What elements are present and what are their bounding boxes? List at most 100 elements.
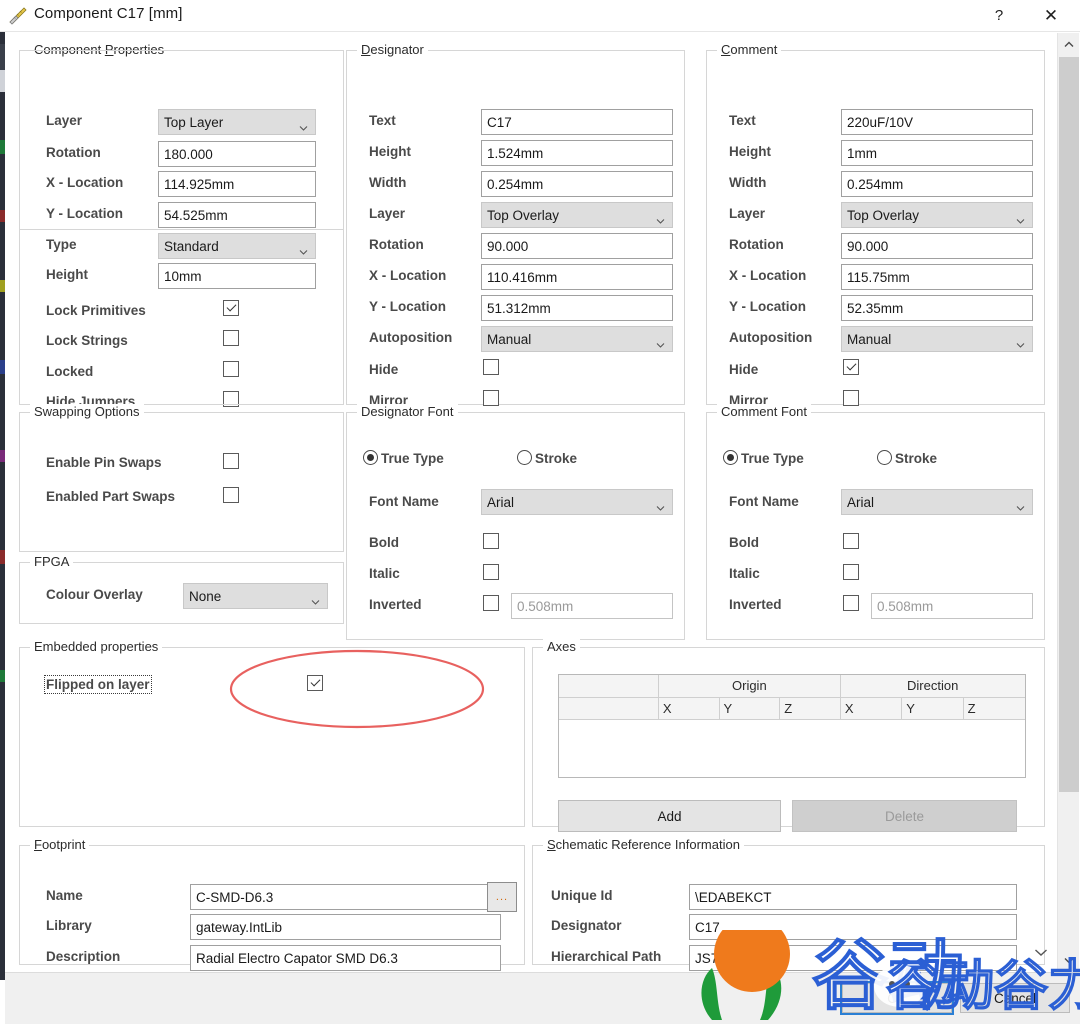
- scroll-up-icon[interactable]: [1058, 33, 1080, 55]
- ok-button[interactable]: OK: [840, 981, 954, 1015]
- input-height[interactable]: 10mm: [158, 263, 316, 289]
- label-comment-width: Width: [729, 175, 767, 190]
- chevron-down-icon: [299, 242, 308, 255]
- input-comment-inverted-width[interactable]: 0.508mm: [871, 593, 1033, 619]
- vertical-scrollbar[interactable]: [1057, 33, 1079, 971]
- footprint-browse-button[interactable]: ...: [487, 882, 517, 912]
- chevron-down-icon: [311, 592, 320, 605]
- checkbox-designator-inverted[interactable]: [483, 595, 499, 611]
- radio-comment-truetype[interactable]: [723, 450, 738, 465]
- label-y-location: Y - Location: [46, 206, 124, 221]
- input-designator-x-location[interactable]: 110.416mm: [481, 264, 673, 290]
- scroll-down-icon[interactable]: [1058, 949, 1080, 971]
- group-fpga: FPGA Colour Overlay None: [19, 554, 344, 624]
- input-footprint-library[interactable]: gateway.IntLib: [190, 914, 501, 940]
- checkbox-comment-bold[interactable]: [843, 533, 859, 549]
- label-height: Height: [46, 267, 88, 282]
- input-schematic-designator[interactable]: C17: [689, 914, 1017, 940]
- dialog-root: Component C17 [mm] ? ✕ Component Propert…: [0, 0, 1080, 1024]
- group-schematic-reference: Schematic Reference Information Unique I…: [532, 837, 1045, 971]
- checkbox-comment-hide[interactable]: [843, 359, 859, 375]
- label-comment-bold: Bold: [729, 535, 759, 550]
- combo-colour-overlay[interactable]: None: [183, 583, 328, 609]
- axes-sub-direction-z: Z: [963, 697, 1025, 720]
- checkbox-designator-italic[interactable]: [483, 564, 499, 580]
- checkbox-locked[interactable]: [223, 361, 239, 377]
- input-rotation[interactable]: 180.000: [158, 141, 316, 167]
- combo-comment-autoposition[interactable]: Manual: [841, 326, 1033, 352]
- group-legend-schematic-reference: Schematic Reference Information: [543, 837, 744, 852]
- close-icon[interactable]: ✕: [1028, 0, 1074, 31]
- input-comment-x-location[interactable]: 115.75mm: [841, 264, 1033, 290]
- group-legend-designator-font: Designator Font: [357, 404, 458, 419]
- cancel-button[interactable]: Cancel: [960, 983, 1070, 1013]
- input-comment-y-location[interactable]: 52.35mm: [841, 295, 1033, 321]
- checkbox-comment-italic[interactable]: [843, 564, 859, 580]
- combo-type[interactable]: Standard: [158, 233, 316, 259]
- combo-layer[interactable]: Top Layer: [158, 109, 316, 135]
- help-button[interactable]: ?: [976, 0, 1022, 31]
- checkbox-designator-hide[interactable]: [483, 359, 499, 375]
- input-designator-width[interactable]: 0.254mm: [481, 171, 673, 197]
- checkbox-flipped-on-layer[interactable]: [307, 675, 323, 691]
- axes-sub-blank: [559, 697, 659, 720]
- input-footprint-name[interactable]: C-SMD-D6.3: [190, 884, 501, 910]
- checkbox-enable-pin-swaps[interactable]: [223, 453, 239, 469]
- combo-designator-layer[interactable]: Top Overlay: [481, 202, 673, 228]
- checkbox-designator-mirror[interactable]: [483, 390, 499, 406]
- combo-designator-font-name[interactable]: Arial: [481, 489, 673, 515]
- input-comment-height[interactable]: 1mm: [841, 140, 1033, 166]
- checkbox-hide-jumpers[interactable]: [223, 391, 239, 407]
- label-layer: Layer: [46, 113, 83, 128]
- footer-chevron-down-icon[interactable]: [1034, 944, 1050, 960]
- label-designator-inverted: Inverted: [369, 597, 422, 612]
- input-designator-inverted-width[interactable]: 0.508mm: [511, 593, 673, 619]
- checkbox-lock-primitives[interactable]: [223, 300, 239, 316]
- input-designator-height[interactable]: 1.524mm: [481, 140, 673, 166]
- label-locked: Locked: [46, 364, 94, 379]
- axes-table[interactable]: Origin Direction X Y Z X Y Z: [558, 674, 1026, 778]
- group-designator: Designator Text C17 Height 1.524mm Width…: [346, 42, 685, 408]
- radio-designator-stroke[interactable]: [517, 450, 532, 465]
- group-footprint: Footprint Name C-SMD-D6.3 ... Library ga…: [19, 837, 525, 971]
- combo-colour-overlay-value: None: [189, 589, 222, 604]
- label-designator-text: Text: [369, 113, 396, 128]
- axes-sub-direction-x: X: [840, 697, 903, 720]
- combo-comment-layer[interactable]: Top Overlay: [841, 202, 1033, 228]
- label-footprint-description: Description: [46, 949, 121, 964]
- label-designator-truetype: True Type: [381, 451, 444, 466]
- input-y-location[interactable]: 54.525mm: [158, 202, 316, 228]
- input-designator-rotation[interactable]: 90.000: [481, 233, 673, 259]
- input-comment-text[interactable]: 220uF/10V: [841, 109, 1033, 135]
- input-designator-text[interactable]: C17: [481, 109, 673, 135]
- label-enable-pin-swaps: Enable Pin Swaps: [46, 455, 162, 470]
- label-designator-stroke: Stroke: [535, 451, 578, 466]
- chevron-down-icon: [656, 211, 665, 224]
- axes-add-button[interactable]: Add: [558, 800, 781, 832]
- input-hierarchical-path[interactable]: JS76x8 power: [689, 945, 1017, 971]
- combo-type-value: Standard: [164, 239, 219, 254]
- label-designator-italic: Italic: [369, 566, 400, 581]
- label-footprint-library: Library: [46, 918, 92, 933]
- input-comment-rotation[interactable]: 90.000: [841, 233, 1033, 259]
- axes-col-origin: Origin: [658, 675, 841, 698]
- checkbox-comment-inverted[interactable]: [843, 595, 859, 611]
- radio-comment-stroke[interactable]: [877, 450, 892, 465]
- checkbox-comment-mirror[interactable]: [843, 390, 859, 406]
- checkbox-designator-bold[interactable]: [483, 533, 499, 549]
- chevron-down-icon: [656, 335, 665, 348]
- checkbox-lock-strings[interactable]: [223, 330, 239, 346]
- input-x-location[interactable]: 114.925mm: [158, 171, 316, 197]
- input-comment-width[interactable]: 0.254mm: [841, 171, 1033, 197]
- combo-designator-autoposition[interactable]: Manual: [481, 326, 673, 352]
- checkbox-enabled-part-swaps[interactable]: [223, 487, 239, 503]
- label-colour-overlay: Colour Overlay: [46, 587, 143, 602]
- label-comment-inverted: Inverted: [729, 597, 782, 612]
- input-footprint-description[interactable]: Radial Electro Capator SMD D6.3: [190, 945, 501, 971]
- input-unique-id[interactable]: \EDABEKCT: [689, 884, 1017, 910]
- scrollbar-thumb[interactable]: [1059, 57, 1079, 792]
- input-designator-y-location[interactable]: 51.312mm: [481, 295, 673, 321]
- group-legend-fpga: FPGA: [30, 554, 74, 569]
- radio-designator-truetype[interactable]: [363, 450, 378, 465]
- combo-comment-font-name[interactable]: Arial: [841, 489, 1033, 515]
